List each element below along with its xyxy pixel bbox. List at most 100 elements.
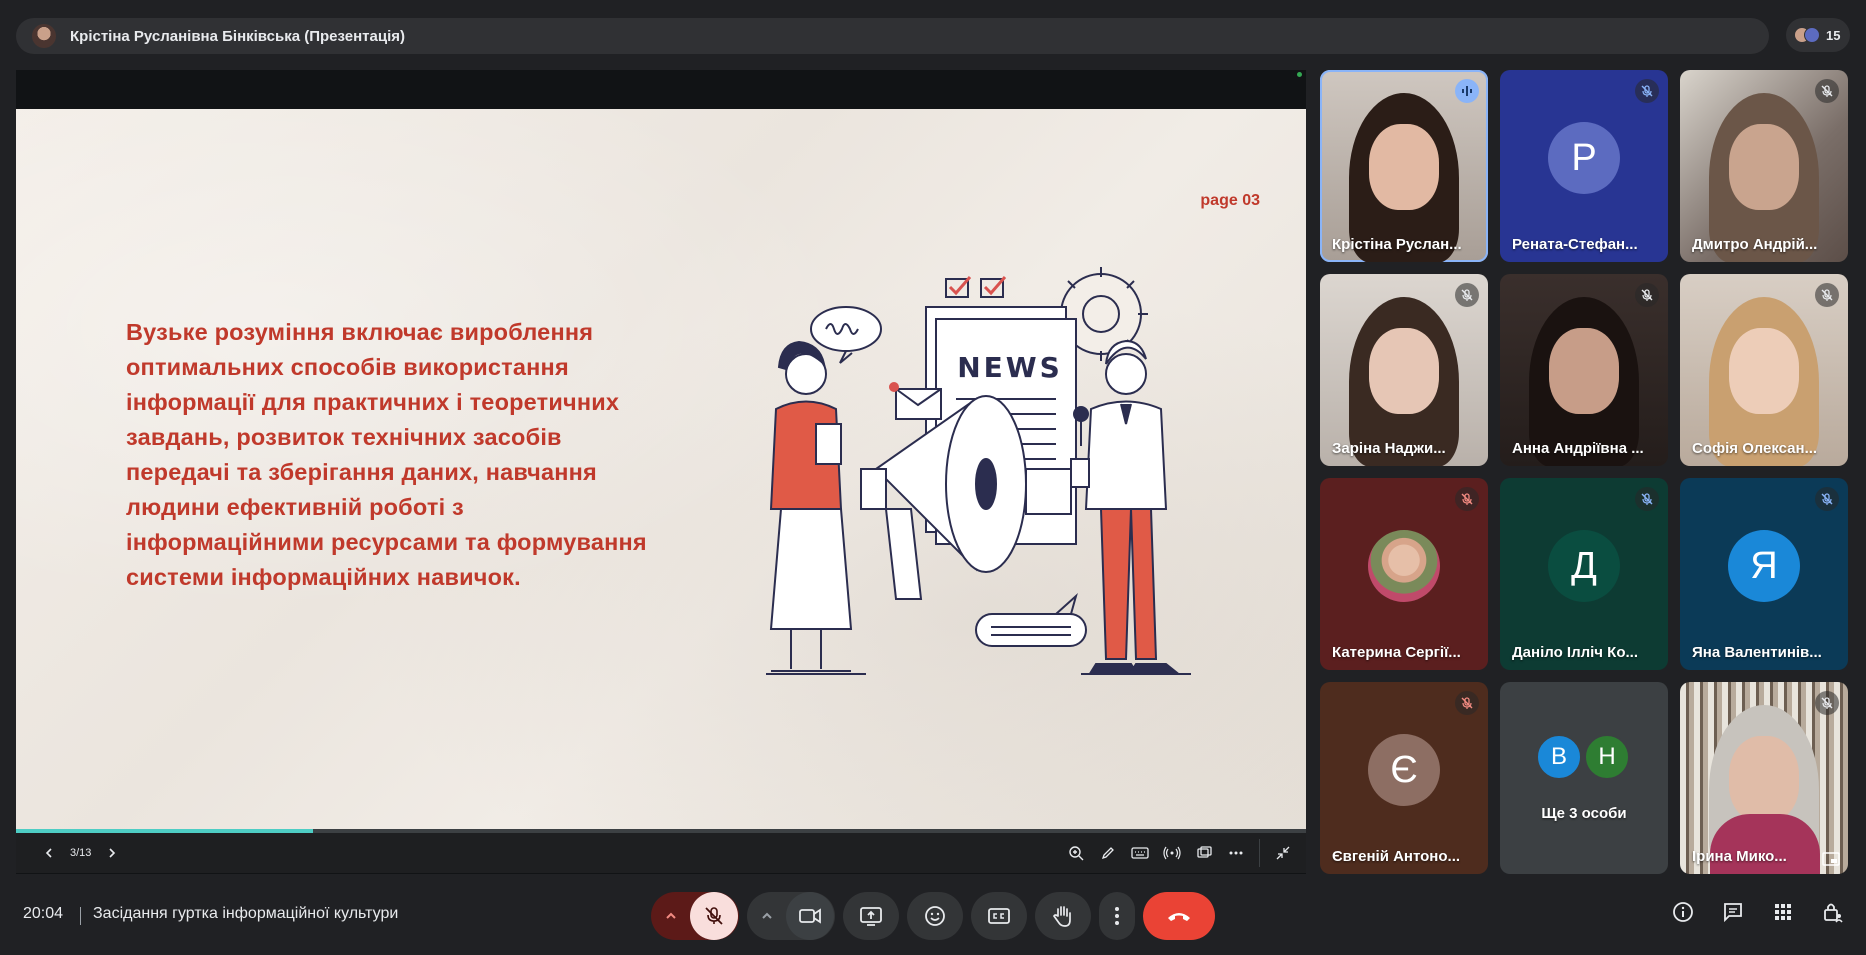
chat-button[interactable] xyxy=(1718,897,1748,927)
muted-indicator xyxy=(1635,79,1659,103)
participant-tile[interactable]: Є Євгеній Антоно... xyxy=(1320,682,1488,874)
people-avatars xyxy=(1794,27,1820,43)
keyboard-button[interactable] xyxy=(1125,838,1155,868)
mic-off-icon xyxy=(1821,493,1833,505)
slide-body-text: Вузьке розуміння включає вироблення опти… xyxy=(126,319,647,590)
broadcast-button[interactable] xyxy=(1157,838,1187,868)
more-options-button[interactable] xyxy=(1221,838,1251,868)
camera-toggle-button[interactable] xyxy=(786,892,834,940)
participant-video xyxy=(1710,814,1820,874)
people-count: 15 xyxy=(1826,27,1841,43)
mic-off-icon xyxy=(1821,697,1833,709)
mic-off-icon xyxy=(1641,85,1653,97)
microphone-control xyxy=(651,892,739,940)
audio-options-button[interactable] xyxy=(652,892,690,940)
muted-indicator xyxy=(1635,283,1659,307)
mic-off-icon xyxy=(1461,697,1473,709)
participant-video xyxy=(1729,327,1799,414)
chevron-up-icon xyxy=(666,912,676,919)
microphone-toggle-button[interactable] xyxy=(690,892,738,940)
participant-video xyxy=(1369,327,1439,414)
speaking-indicator xyxy=(1455,79,1479,103)
zoom-button[interactable] xyxy=(1061,838,1091,868)
news-heading: NEWS xyxy=(957,351,1063,384)
next-slide-button[interactable] xyxy=(97,838,127,868)
reactions-button[interactable] xyxy=(907,892,963,940)
participant-name: Анна Андріївна ... xyxy=(1512,440,1644,457)
divider xyxy=(80,907,81,925)
participant-video xyxy=(1549,327,1619,414)
participant-tile[interactable]: Анна Андріївна ... xyxy=(1500,274,1668,466)
avatar: Д xyxy=(1548,530,1620,602)
zoom-in-icon xyxy=(1069,846,1084,861)
pen-icon xyxy=(1101,847,1114,860)
bottom-toolbar: 20:04 Засідання гуртка інформаційної кул… xyxy=(0,875,1866,955)
chevron-up-icon xyxy=(762,912,772,919)
broadcast-icon xyxy=(1163,846,1181,860)
annotate-button[interactable] xyxy=(1093,838,1123,868)
mic-off-icon xyxy=(1641,493,1653,505)
present-now-button[interactable] xyxy=(843,892,899,940)
participant-tile[interactable]: Дмитро Андрій... xyxy=(1680,70,1848,262)
participant-tile[interactable]: Я Яна Валентинів... xyxy=(1680,478,1848,670)
muted-indicator xyxy=(1455,283,1479,307)
participant-tile[interactable]: Д Даніло Ілліч Ко... xyxy=(1500,478,1668,670)
muted-indicator xyxy=(1635,487,1659,511)
slide-page-indicator: 3/13 xyxy=(70,847,92,859)
muted-indicator xyxy=(1815,487,1839,511)
captions-button[interactable] xyxy=(971,892,1027,940)
keyboard-icon xyxy=(1131,847,1149,859)
more-options-button[interactable] xyxy=(1099,892,1135,940)
mic-off-icon xyxy=(705,907,723,925)
more-vertical-icon xyxy=(1115,907,1119,925)
participant-video xyxy=(1729,735,1799,822)
avatar: Я xyxy=(1728,530,1800,602)
participant-tile[interactable]: Софія Олексан... xyxy=(1680,274,1848,466)
pip-button[interactable] xyxy=(1822,852,1840,866)
participant-tile[interactable]: Ірина Мико... xyxy=(1680,682,1848,874)
meeting-details-button[interactable] xyxy=(1668,897,1698,927)
activities-button[interactable] xyxy=(1768,897,1798,927)
participant-tile[interactable]: Р Рената-Стефан... xyxy=(1500,70,1668,262)
raise-hand-button[interactable] xyxy=(1035,892,1091,940)
participant-name: Даніло Ілліч Ко... xyxy=(1512,644,1639,661)
participant-name: Катерина Сергії... xyxy=(1332,644,1461,661)
collapse-icon xyxy=(1276,846,1290,860)
participant-tile[interactable]: В Н Ще 3 особи xyxy=(1500,682,1668,874)
mic-off-icon xyxy=(1641,289,1653,301)
hang-up-icon xyxy=(1168,913,1190,921)
captions-icon xyxy=(988,908,1010,924)
avatar: Р xyxy=(1548,122,1620,194)
participants-count-button[interactable]: 15 xyxy=(1786,18,1850,52)
muted-indicator xyxy=(1815,283,1839,307)
participant-name: Софія Олексан... xyxy=(1692,440,1818,457)
presentation-slide: page 03 Вузьке розуміння включає виробле… xyxy=(16,109,1306,832)
avatar: Н xyxy=(1584,734,1630,780)
window-icon xyxy=(1197,846,1212,858)
picture-in-picture-icon xyxy=(1822,852,1840,866)
avatar: Є xyxy=(1368,734,1440,806)
presenter-label: Крістіна Русланівна Бінківська (Презента… xyxy=(70,27,405,45)
chat-icon xyxy=(1724,903,1742,923)
muted-indicator xyxy=(1815,79,1839,103)
previous-slide-button[interactable] xyxy=(34,838,64,868)
participant-tile[interactable]: Катерина Сергії... xyxy=(1320,478,1488,670)
participant-tile[interactable]: Крістіна Руслан... xyxy=(1320,70,1488,262)
mic-off-icon xyxy=(1461,493,1473,505)
chevron-left-icon xyxy=(45,848,52,858)
participant-tile[interactable]: Заріна Наджи... xyxy=(1320,274,1488,466)
host-controls-button[interactable] xyxy=(1818,897,1848,927)
participant-name: Ірина Мико... xyxy=(1692,848,1787,865)
exit-fullscreen-button[interactable] xyxy=(1268,838,1298,868)
open-in-new-button[interactable] xyxy=(1189,838,1219,868)
hand-icon xyxy=(1053,906,1071,927)
apps-grid-icon xyxy=(1775,904,1791,920)
video-options-button[interactable] xyxy=(748,892,786,940)
muted-indicator xyxy=(1455,691,1479,715)
audio-level-icon xyxy=(1462,86,1472,96)
avatar: В xyxy=(1536,734,1582,780)
leave-call-button[interactable] xyxy=(1143,892,1215,940)
activity-dot xyxy=(1297,72,1302,77)
muted-indicator xyxy=(1815,691,1839,715)
participant-name: Яна Валентинів... xyxy=(1692,644,1822,661)
